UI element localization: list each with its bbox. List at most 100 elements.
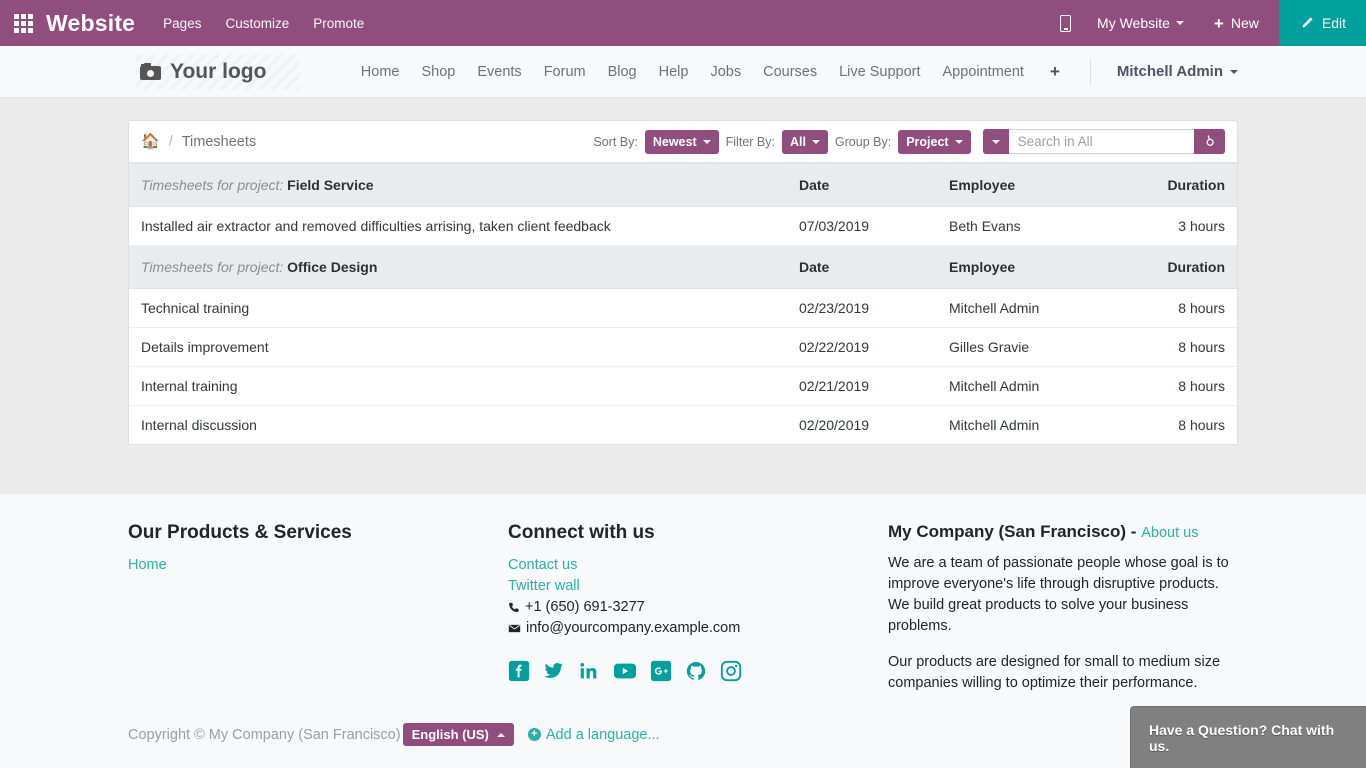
search-input[interactable] <box>1008 129 1194 154</box>
chevron-up-icon <box>496 732 505 737</box>
footer-email: info@yourcompany.example.com <box>508 618 888 639</box>
backend-menu-promote[interactable]: Promote <box>313 16 364 31</box>
timesheets-table: Timesheets for project: Field Service Da… <box>129 163 1237 444</box>
website-navbar: Your logo Home Shop Events Forum Blog He… <box>0 46 1366 98</box>
footer-link-twitter-wall[interactable]: Twitter wall <box>508 576 888 597</box>
nav-item-shop[interactable]: Shop <box>421 64 455 80</box>
pencil-icon <box>1302 16 1313 28</box>
search-button[interactable]: ☌ <box>1193 129 1225 154</box>
nav-item-help[interactable]: Help <box>659 64 689 80</box>
page-body: 🏠 / Timesheets Sort By: Newest Filter By… <box>0 98 1366 494</box>
table-row[interactable]: Internal training 02/21/2019 Mitchell Ad… <box>129 366 1237 406</box>
footer-company-name: My Company (San Francisco) <box>888 522 1127 541</box>
search-scope-dropdown[interactable] <box>982 129 1009 154</box>
footer-columns: Our Products & Services Home Connect wit… <box>128 522 1238 709</box>
row-description: Details improvement <box>129 327 787 367</box>
table-row[interactable]: Technical training 02/23/2019 Mitchell A… <box>129 288 1237 328</box>
row-description: Installed air extractor and removed diff… <box>129 206 787 246</box>
linkedin-icon[interactable] <box>578 660 600 682</box>
footer-col3-title: My Company (San Francisco) - About us <box>888 522 1238 542</box>
row-description: Technical training <box>129 288 787 328</box>
nav-divider <box>1089 58 1091 85</box>
row-date: 02/20/2019 <box>787 405 937 444</box>
table-row[interactable]: Installed air extractor and removed diff… <box>129 206 1237 246</box>
row-employee: Beth Evans <box>937 206 1117 246</box>
nav-item-blog[interactable]: Blog <box>608 64 637 80</box>
chevron-down-icon <box>702 139 711 144</box>
nav-item-live-support[interactable]: Live Support <box>839 64 920 80</box>
content-container: 🏠 / Timesheets Sort By: Newest Filter By… <box>128 120 1238 445</box>
copyright-text: Copyright © My Company (San Francisco) <box>128 726 401 743</box>
sort-by-dropdown[interactable]: Newest <box>644 129 719 154</box>
footer-link-contact-us[interactable]: Contact us <box>508 555 888 576</box>
backend-brand[interactable]: Website <box>46 10 135 37</box>
footer-col1-title: Our Products & Services <box>128 522 352 543</box>
add-page-icon[interactable]: + <box>1050 62 1060 82</box>
site-logo-label: Your logo <box>170 59 267 83</box>
footer-phone: +1 (650) 691-3277 <box>508 597 888 618</box>
site-logo[interactable]: Your logo <box>136 53 301 90</box>
nav-item-events[interactable]: Events <box>477 64 521 80</box>
backend-menu-pages[interactable]: Pages <box>163 16 201 31</box>
footer-paragraph-1: We are a team of passionate people whose… <box>888 555 1229 634</box>
user-menu[interactable]: Mitchell Admin <box>1117 63 1238 80</box>
row-employee: Mitchell Admin <box>937 288 1117 328</box>
table-row[interactable]: Details improvement 02/22/2019 Gilles Gr… <box>129 327 1237 367</box>
github-icon[interactable] <box>685 660 707 682</box>
footer-title-suffix: - <box>1130 522 1137 541</box>
filter-by-label: Filter By: <box>725 134 775 149</box>
site-selector-dropdown[interactable]: My Website <box>1087 15 1194 31</box>
chevron-down-icon <box>954 139 963 144</box>
website-nav-links: Home Shop Events Forum Blog Help Jobs Co… <box>361 58 1238 85</box>
filter-by-dropdown[interactable]: All <box>781 129 828 154</box>
language-selector[interactable]: English (US) <box>402 723 514 746</box>
instagram-icon[interactable] <box>720 660 742 682</box>
nav-item-courses[interactable]: Courses <box>763 64 817 80</box>
backend-menu-customize[interactable]: Customize <box>225 16 289 31</box>
group-header-row: Timesheets for project: Office Design Da… <box>129 245 1237 289</box>
nav-item-forum[interactable]: Forum <box>544 64 586 80</box>
copyright-inner: Copyright © My Company (San Francisco) E… <box>128 723 1238 746</box>
footer-email-value: info@yourcompany.example.com <box>526 620 741 636</box>
footer-column-connect: Connect with us Contact us Twitter wall … <box>508 522 888 709</box>
new-button[interactable]: + New <box>1194 15 1279 32</box>
apps-grid-icon[interactable] <box>0 0 46 46</box>
group-project-name: Field Service <box>287 177 374 193</box>
plus-circle-icon: + <box>527 728 541 741</box>
column-header-employee: Employee <box>937 163 1117 207</box>
column-header-date: Date <box>787 245 937 289</box>
footer-container: Our Products & Services Home Connect wit… <box>128 522 1238 709</box>
backend-top-bar: Website Pages Customize Promote My Websi… <box>0 0 1366 46</box>
table-row[interactable]: Internal discussion 02/20/2019 Mitchell … <box>129 405 1237 444</box>
footer-link-home[interactable]: Home <box>128 555 508 576</box>
footer-column-products: Our Products & Services Home <box>128 522 508 709</box>
column-header-duration: Duration <box>1117 163 1237 207</box>
footer-column-company: My Company (San Francisco) - About us We… <box>888 522 1238 709</box>
group-by-dropdown[interactable]: Project <box>898 129 971 154</box>
facebook-icon[interactable] <box>508 660 530 682</box>
mobile-phone-icon[interactable] <box>1044 14 1087 32</box>
nav-item-home[interactable]: Home <box>361 64 400 80</box>
add-language-label: Add a language... <box>545 726 660 743</box>
nav-item-appointment[interactable]: Appointment <box>943 64 1024 80</box>
row-employee: Mitchell Admin <box>937 366 1117 406</box>
home-icon[interactable]: 🏠 <box>141 132 160 150</box>
search-group: ☌ <box>982 129 1225 154</box>
footer-paragraph-2: Our products are designed for small to m… <box>888 654 1221 691</box>
edit-button[interactable]: Edit <box>1278 0 1366 46</box>
googleplus-icon[interactable] <box>650 660 672 682</box>
group-by-value: Project <box>906 134 949 149</box>
footer-social-links <box>508 660 888 682</box>
edit-button-label: Edit <box>1321 15 1346 31</box>
nav-item-jobs[interactable]: Jobs <box>710 64 741 80</box>
chevron-down-icon <box>1175 21 1184 25</box>
backend-bar-right: My Website + New Edit <box>1044 0 1366 46</box>
twitter-icon[interactable] <box>543 660 565 682</box>
footer-link-about-us[interactable]: About us <box>1141 525 1198 541</box>
youtube-icon[interactable] <box>613 660 637 682</box>
row-date: 02/21/2019 <box>787 366 937 406</box>
add-language-button[interactable]: + Add a language... <box>527 726 660 743</box>
row-duration: 3 hours <box>1117 206 1237 246</box>
chat-widget-button[interactable]: Have a Question? Chat with us. <box>1130 706 1366 768</box>
language-selector-value: English (US) <box>411 727 489 742</box>
